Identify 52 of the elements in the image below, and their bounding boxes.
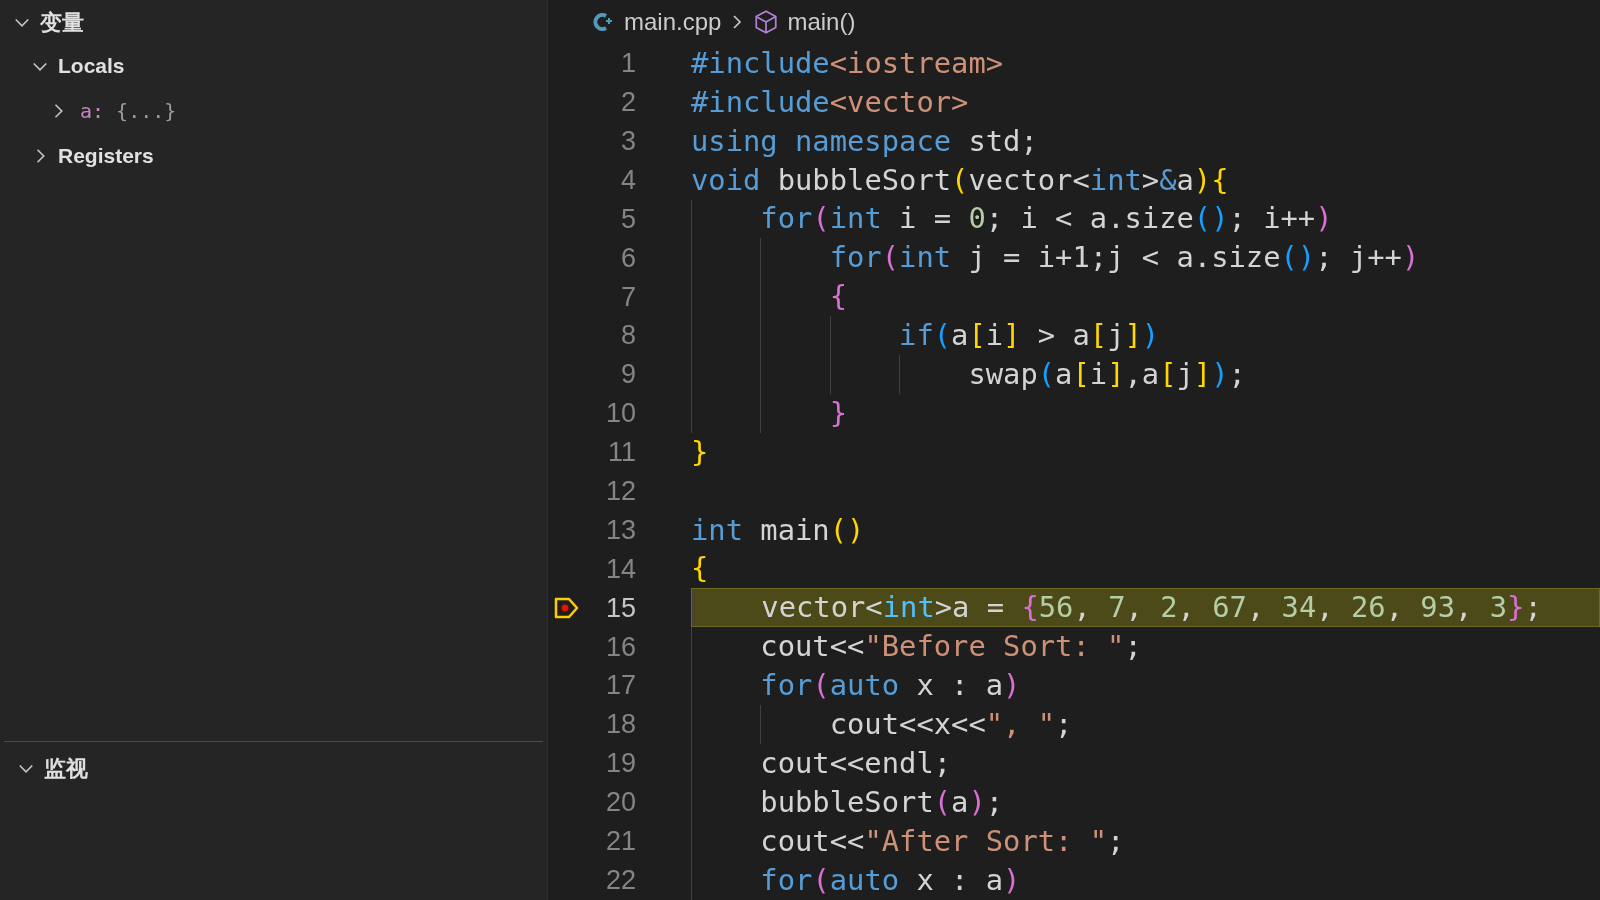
code-line: } [828,394,848,432]
line-number: 12 [604,475,636,508]
code-line: using namespace std; [691,122,1038,160]
code-line: swap(a[i],a[j]); [967,356,1246,393]
code-line: void bubbleSort(vector<int>&a){ [691,161,1229,199]
code-line: cout<<endl; [759,744,952,782]
code-line: for(auto x : a) [759,861,1021,899]
line-number: 21 [604,825,636,858]
line-number: 16 [604,630,636,664]
section-title[interactable]: 监视 [44,751,88,785]
line-number: 11 [606,436,636,470]
code-line: { [828,278,848,316]
code-line: for(auto x : a) [759,667,1021,705]
line-number: 6 [619,241,636,275]
line-number: 10 [604,397,636,431]
code-line: { [691,550,709,588]
line-number: 7 [619,280,636,314]
line-number: 20 [604,786,636,820]
breadcrumb-symbol[interactable]: main() [787,4,856,40]
variable-value: {...} [116,98,177,125]
line-number: 2 [619,86,636,120]
line-number: 1 [619,47,636,81]
line-number: 13 [604,513,636,547]
scope-label[interactable]: Locals [58,50,125,82]
code-line: vector<int>a = {56, 7, 2, 67, 34, 26, 93, 3}; [760,589,1542,627]
code-line: #include<iostream> [691,44,1004,82]
scope-label[interactable]: Registers [58,140,154,172]
code-line: if(a[i] > a[j]) [898,317,1160,355]
line-number: 19 [604,747,636,781]
line-number: 3 [619,125,636,158]
breadcrumb-file[interactable]: main.cpp [624,4,722,40]
code-line: cout<<"After Sort: "; [759,822,1125,860]
code-line: #include<vector> [691,83,969,121]
line-number: 15 [604,591,636,625]
code-line: for(int j = i+1;j < a.size(); j++) [828,239,1420,277]
section-title[interactable]: 变量 [40,5,84,39]
code-line: for(int i = 0; i < a.size(); i++) [759,200,1333,238]
line-number: 8 [619,319,636,353]
code-line: } [691,433,709,471]
code-line: cout<<x<<", "; [828,706,1073,743]
code-line: cout<<"Before Sort: "; [759,628,1142,666]
line-number: 22 [604,863,636,897]
code-line: bubbleSort(a); [759,783,1004,821]
line-number: 14 [604,552,636,586]
line-number: 4 [619,163,636,197]
line-number: 18 [604,708,636,742]
code-line: int main() [691,511,865,549]
cube-icon [753,9,780,35]
line-number: 5 [619,202,636,236]
line-number: 17 [604,669,636,703]
line-number: 9 [619,358,636,392]
variable-name[interactable]: a: [80,96,105,126]
